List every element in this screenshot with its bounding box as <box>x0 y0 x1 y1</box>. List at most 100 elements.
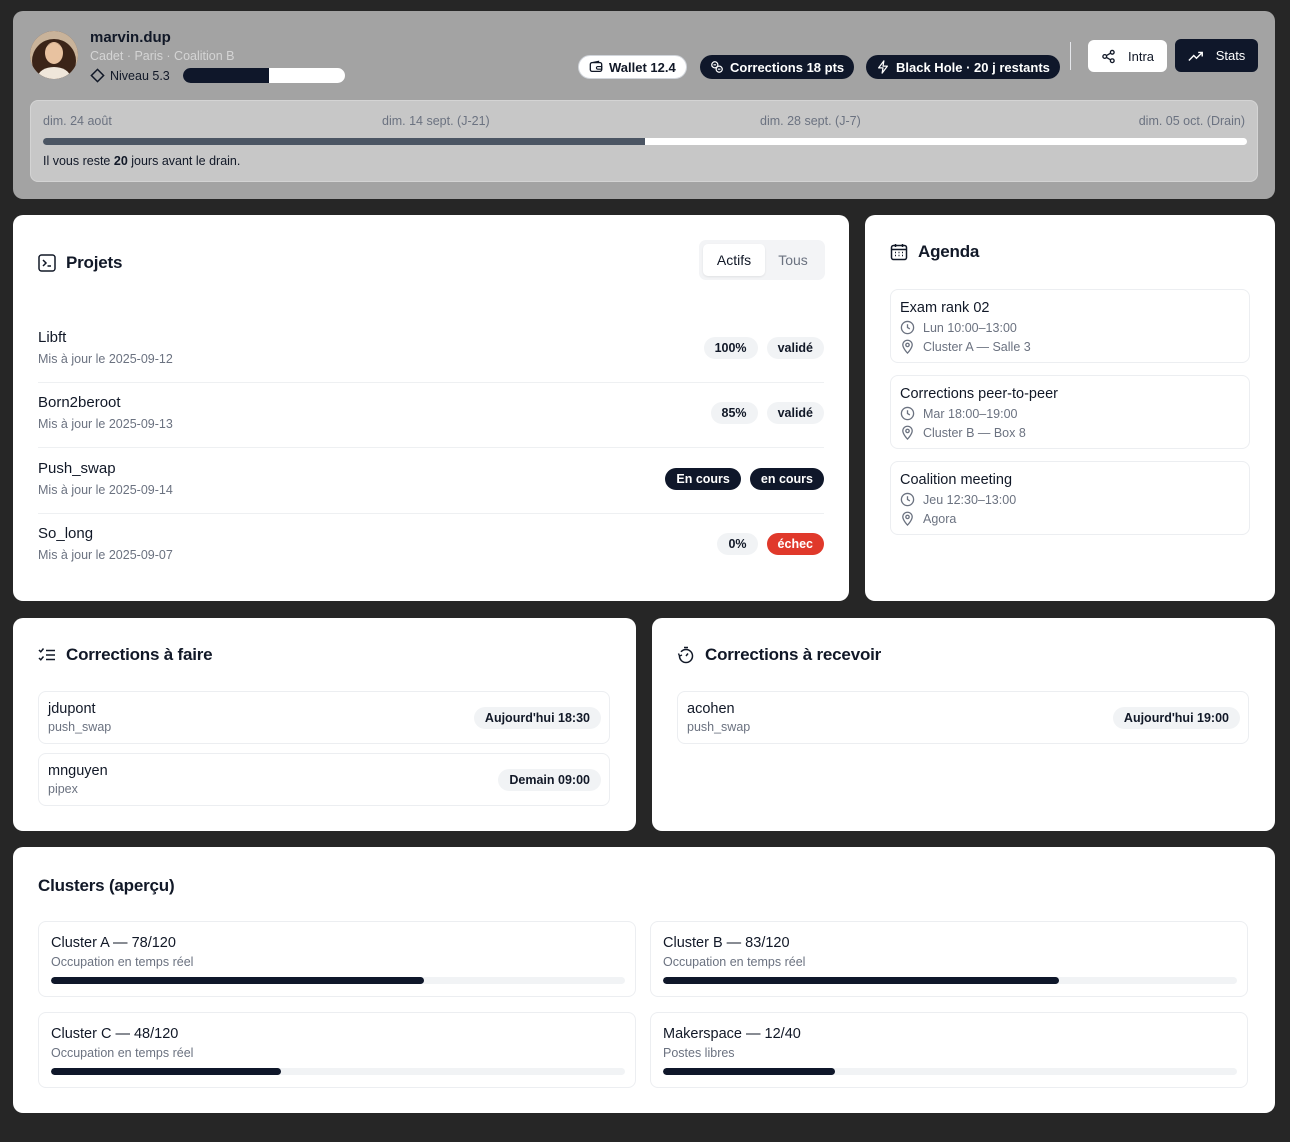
drain-timeline: dim. 24 août dim. 14 sept. (J-21) dim. 2… <box>30 100 1258 182</box>
cluster-subtitle: Occupation en temps réel <box>51 1046 194 1060</box>
lightning-icon <box>876 60 890 74</box>
wallet-badge[interactable]: Wallet 12.4 <box>578 55 687 79</box>
correction-item[interactable]: acohen push_swap Aujourd'hui 19:00 <box>677 691 1249 744</box>
corrections-receive-card: Corrections à recevoir acohen push_swap Au… <box>652 618 1275 831</box>
level-label: Niveau 5.3 <box>110 68 170 83</box>
correction-time-badge: Demain 09:00 <box>498 769 601 791</box>
cluster-tile[interactable]: Makerspace — 12/40 Postes libres <box>650 1012 1248 1088</box>
avatar[interactable] <box>30 31 78 79</box>
user-meta: Cadet · Paris · Coalition B <box>90 49 235 63</box>
agenda-event-time-row: Jeu 12:30–13:00 <box>900 492 1240 507</box>
cluster-occupancy-fill <box>663 1068 836 1075</box>
clusters-card: Clusters (aperçu) Cluster A — 78/120 Occu… <box>13 847 1275 1113</box>
intra-button[interactable]: Intra <box>1088 40 1167 72</box>
corrections-todo-title: Corrections à faire <box>66 645 213 664</box>
projects-header: Projets <box>38 253 122 273</box>
project-row[interactable]: Push_swap Mis à jour le 2025-09-14 En cour… <box>38 460 824 514</box>
intra-label: Intra <box>1127 48 1154 64</box>
cluster-name: Cluster B — 83/120 <box>663 935 790 951</box>
diamond-icon <box>90 68 105 83</box>
project-name: Born2beroot <box>38 394 121 411</box>
drain-days-count: 20 <box>113 154 128 168</box>
cluster-occupancy-fill <box>663 977 1060 984</box>
agenda-event[interactable]: Exam rank 02 Lun 10:00–13:00 Cluster A — S… <box>890 289 1250 363</box>
projects-title: Projets <box>66 253 123 272</box>
project-score-badge: 85% <box>710 402 758 424</box>
project-score-badge: En cours <box>665 468 741 490</box>
location-pin-icon <box>900 425 915 440</box>
project-status-badge: validé <box>766 337 824 359</box>
drain-message: Il vous reste 20 jours avant le drain. <box>43 154 240 168</box>
blackhole-badge[interactable]: Black Hole · 20 j restants <box>866 55 1060 79</box>
project-row[interactable]: Born2beroot Mis à jour le 2025-09-13 85% va… <box>38 394 824 448</box>
level-progress-bar <box>183 68 345 83</box>
cluster-occupancy-fill <box>51 1068 281 1075</box>
agenda-title: Agenda <box>918 242 980 261</box>
calendar-icon <box>890 243 908 261</box>
clock-icon <box>900 320 915 335</box>
username: marvin.dup <box>90 29 171 46</box>
agenda-event-title: Exam rank 02 <box>900 300 990 316</box>
project-row[interactable]: So_long Mis à jour le 2025-09-07 0% échec <box>38 525 824 579</box>
project-status-badge: validé <box>766 402 824 424</box>
projects-card: Projets Actifs Tous Libft Mis à jour le 2… <box>13 215 849 601</box>
project-badges: 100% validé <box>703 337 824 359</box>
agenda-event-time-row: Lun 10:00–13:00 <box>900 320 1240 335</box>
cluster-tile[interactable]: Cluster C — 48/120 Occupation en temps ré… <box>38 1012 636 1088</box>
cluster-subtitle: Occupation en temps réel <box>51 955 194 969</box>
level-progress-fill <box>183 68 269 83</box>
agenda-event-place-row: Agora <box>900 511 1240 526</box>
blackhole-label: Black Hole · 20 j restants <box>896 59 1050 75</box>
project-status-badge: en cours <box>749 468 824 490</box>
corrections-points-label: Corrections 18 pts <box>730 59 845 75</box>
terminal-icon <box>38 254 56 272</box>
agenda-event[interactable]: Coalition meeting Jeu 12:30–13:00 Agora <box>890 461 1250 535</box>
project-row[interactable]: Libft Mis à jour le 2025-09-12 100% validé <box>38 329 824 383</box>
cluster-tile[interactable]: Cluster A — 78/120 Occupation en temps ré… <box>38 921 636 997</box>
location-pin-icon <box>900 511 915 526</box>
corrections-receive-title: Corrections à recevoir <box>705 645 882 664</box>
drain-message-prefix: Il vous reste <box>43 154 114 168</box>
project-badges: 85% validé <box>710 402 824 424</box>
clusters-title: Clusters (aperçu) <box>38 876 175 895</box>
project-status-badge: échec <box>766 533 824 555</box>
tab-actifs[interactable]: Actifs <box>703 244 765 276</box>
cluster-occupancy-fill <box>51 977 425 984</box>
clusters-header: Clusters (aperçu) <box>38 876 175 896</box>
agenda-event-title: Coalition meeting <box>900 472 1013 488</box>
project-badges: 0% échec <box>717 533 824 555</box>
cluster-name: Cluster A — 78/120 <box>51 935 176 951</box>
corrections-todo-header: Corrections à faire <box>38 645 213 665</box>
wallet-icon <box>589 60 603 74</box>
projects-tabs: Actifs Tous <box>699 240 825 280</box>
correction-time-badge: Aujourd'hui 19:00 <box>1112 707 1240 729</box>
agenda-card: Agenda Exam rank 02 Lun 10:00–13:00 Cluste… <box>865 215 1275 601</box>
project-updated: Mis à jour le 2025-09-13 <box>38 417 173 431</box>
trending-up-icon <box>1188 49 1204 63</box>
stats-label: Stats <box>1215 48 1246 63</box>
agenda-event-place: Cluster B — Box 8 <box>923 425 1026 440</box>
cluster-occupancy-bar <box>51 977 625 984</box>
agenda-event[interactable]: Corrections peer-to-peer Mar 18:00–19:00 C… <box>890 375 1250 449</box>
timeline-date-drain: dim. 05 oct. (Drain) <box>1138 114 1245 128</box>
tab-tous[interactable]: Tous <box>765 244 821 276</box>
timeline-progress-fill <box>43 138 645 145</box>
corrections-points-badge[interactable]: Corrections 18 pts <box>700 55 855 79</box>
drain-message-suffix: jours avant le drain. <box>127 154 241 168</box>
location-pin-icon <box>900 339 915 354</box>
checklist-icon <box>38 647 56 663</box>
correction-item[interactable]: jdupont push_swap Aujourd'hui 18:30 <box>38 691 610 744</box>
stats-button[interactable]: Stats <box>1175 39 1258 72</box>
share-icon <box>1101 49 1116 64</box>
level-row: Niveau 5.3 <box>90 68 170 83</box>
timeline-progress-bar <box>43 138 1247 145</box>
agenda-event-time: Jeu 12:30–13:00 <box>923 492 1017 507</box>
timer-icon <box>677 646 695 664</box>
agenda-event-place: Cluster A — Salle 3 <box>923 339 1031 354</box>
clock-icon <box>900 492 915 507</box>
cluster-name: Makerspace — 12/40 <box>663 1026 801 1042</box>
correction-item[interactable]: mnguyen pipex Demain 09:00 <box>38 753 610 806</box>
agenda-event-title: Corrections peer-to-peer <box>900 386 1058 402</box>
cluster-occupancy-bar <box>663 977 1237 984</box>
cluster-tile[interactable]: Cluster B — 83/120 Occupation en temps ré… <box>650 921 1248 997</box>
